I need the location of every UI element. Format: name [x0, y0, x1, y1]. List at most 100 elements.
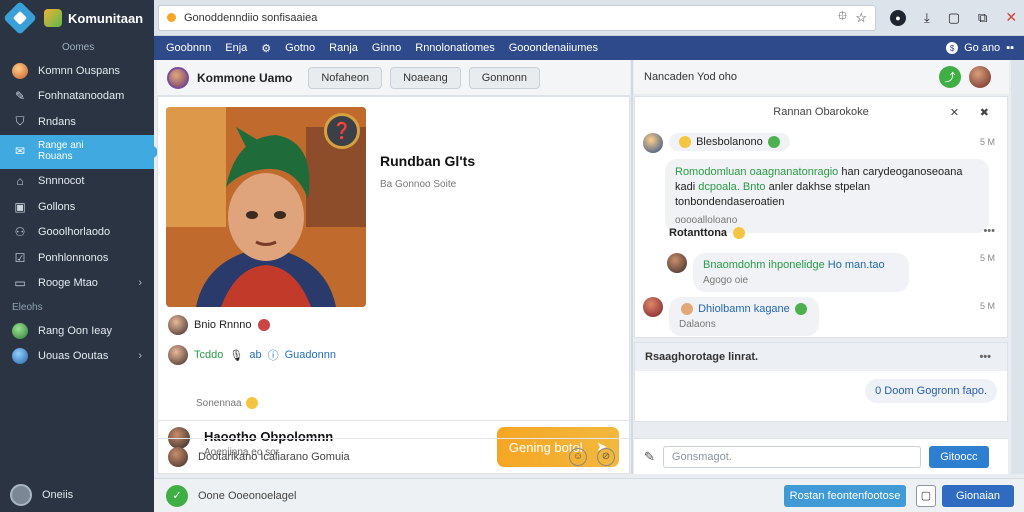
chevron-right-icon: › [138, 277, 142, 290]
pen-icon[interactable]: ✎ [644, 449, 655, 465]
chat-icon: ✉ [14, 144, 26, 159]
nav-item-2[interactable]: Gotno [285, 42, 315, 54]
home-icon: ⌂ [16, 174, 24, 189]
note-block: Rsaaghorotage linrat. ••• 0 Doom Gogronn… [634, 342, 1008, 422]
status-check-icon[interactable]: ✓ [166, 484, 188, 507]
header-button-0[interactable]: Nofaheon [308, 66, 383, 89]
sidebar-item-label: Fonhnatanoodam [38, 90, 125, 103]
chat-message: Bnaomdohm ihponelidge Ho man.tao Agogo o… [667, 253, 909, 292]
close-chat-icon[interactable]: ✖ [980, 106, 989, 119]
compose-row[interactable]: Dootarikano Icaliarano Gomuia ☺ ⊘ [158, 438, 629, 474]
friend-name-green: Tcddo [194, 349, 224, 361]
restore-icon[interactable]: ⧉ [978, 10, 987, 26]
sidebar-footer[interactable]: Oneiis [10, 484, 73, 506]
sender-name: Blesbolanono [696, 136, 763, 148]
nav-item-3[interactable]: Ranja [329, 42, 358, 54]
message-sub: Agogo oie [703, 275, 749, 286]
footer-bar: ✓ Oone Ooeonoelagel Rostan feontenfootos… [154, 478, 1024, 512]
nav-right-text: Go ano [964, 42, 1001, 54]
profile-icon[interactable]: ● [890, 9, 906, 26]
friend-row-2[interactable]: Tcddo 🎙 ab ⓘ Guadonnn [168, 345, 336, 365]
sidebar-item-5[interactable]: ▣ Gollons [0, 194, 154, 220]
extension-icon[interactable]: ⯐ [838, 7, 848, 29]
check-icon: ☑ [14, 250, 26, 265]
character-portrait[interactable]: ❓ [166, 107, 366, 307]
mic-icon: 🎙 [229, 349, 244, 362]
pin-icon[interactable]: ✕ [950, 106, 959, 119]
nav-right[interactable]: $ Go ano ▪▪ [946, 42, 1014, 54]
compose-icons: ☺ ⊘ [569, 447, 615, 466]
nav-gear-icon[interactable]: ⚙ [261, 42, 271, 55]
nav-item-0[interactable]: Goobnnn [166, 42, 211, 54]
note-title-text: Rsaaghorotage linrat. [645, 351, 759, 363]
nav-item-6[interactable]: Gooondenaiiumes [509, 42, 598, 54]
attach-icon[interactable]: ⊘ [597, 447, 615, 466]
emoji-icon [733, 227, 746, 239]
minimize-icon[interactable]: ▢ [948, 10, 960, 26]
message-text-green: Romodomluan oaagnanatonragio [675, 166, 839, 178]
message-avatar[interactable] [643, 297, 663, 317]
contact-avatar[interactable] [969, 66, 991, 88]
game-icon [12, 322, 28, 339]
chat-input[interactable] [662, 445, 921, 468]
sidebar-item-6[interactable]: ⚇ Gooolhorlaodo [0, 220, 154, 246]
help-icon: $ [946, 42, 959, 54]
message-sender: Blesbolanono [669, 133, 790, 152]
sidebar-item-label: Rooge Mtao [38, 277, 98, 290]
message-bubble: Bnaomdohm ihponelidge Ho man.tao Agogo o… [693, 253, 909, 292]
sidebar-item-2[interactable]: ⛉ Rndans [0, 109, 154, 135]
header-button-2[interactable]: Gonnonn [468, 66, 540, 89]
chat-input-row: ✎ Gitoocc [634, 438, 1008, 474]
shield-icon: ⛉ [15, 114, 25, 129]
friend-sub: Sonennaa [196, 397, 258, 409]
level-badge-icon: ❓ [324, 113, 360, 149]
sidebar-item-label: Gooolhorlaodo [38, 226, 111, 239]
emoji-icon[interactable]: ☺ [569, 447, 587, 466]
nav-item-5[interactable]: Rnnolonatiomes [415, 42, 495, 54]
sidebar-item-4[interactable]: ⌂ Snnnocot [0, 169, 154, 195]
header-button-1[interactable]: Noaeang [390, 66, 461, 89]
download-icon[interactable]: ⤓ [924, 10, 930, 26]
more-icon[interactable]: ••• [979, 351, 991, 363]
scrollbar[interactable] [1011, 60, 1024, 474]
brand-sub: Oomes [62, 41, 95, 53]
share-icon: ⚇ [14, 225, 26, 240]
brand[interactable]: Komunitaan [0, 0, 154, 36]
friend-row-1[interactable]: Bnio Rnnno [168, 315, 270, 335]
panel-divider[interactable] [631, 60, 633, 474]
sidebar-bottom-item-0[interactable]: Rang Oon Ieay [0, 318, 154, 344]
star-icon[interactable]: ☆ [855, 10, 867, 26]
message-avatar[interactable] [667, 253, 687, 273]
sidebar-item-3[interactable]: ✉ Range ani Rouans [0, 134, 160, 169]
sidebar-bottom-item-1[interactable]: Uouas Ooutas › [0, 344, 154, 370]
footer-primary-button[interactable]: Rostan feontenfootose [784, 484, 906, 507]
sidebar: Komunitaan Oomes Komnn Ouspans ✎ Fonhnat… [0, 0, 160, 512]
nav-menu-icon: ▪▪ [1006, 42, 1014, 54]
message-time: 5 M [979, 253, 995, 263]
group-label: Rotanttona [669, 227, 747, 239]
address-bar[interactable]: Gonoddenndiio sonfisaaiea ⯐ ☆ [158, 4, 876, 31]
sidebar-item-0[interactable]: Komnn Ouspans [0, 58, 154, 84]
sidebar-item-label: Rang Oon Ieay [38, 324, 112, 337]
nav-item-1[interactable]: Enja [225, 42, 247, 54]
close-icon[interactable]: ✕ [1005, 9, 1017, 26]
footer-square-button[interactable]: ▢ [916, 484, 936, 507]
chat-panel-header: Nancaden Yod oho ⤴ [634, 60, 1009, 94]
message-time: 5 M [979, 137, 995, 147]
top-nav: Goobnnn Enja ⚙ Gotno Ranja Ginno Rnnolon… [154, 36, 1024, 60]
profile-avatar[interactable] [167, 66, 189, 89]
message-avatar[interactable] [643, 133, 663, 153]
send-button[interactable]: Gitoocc [928, 445, 989, 468]
footer-blue-button[interactable]: Gionaian [942, 484, 1014, 507]
sidebar-item-1[interactable]: ✎ Fonhnatanoodam [0, 84, 154, 110]
sidebar-item-7[interactable]: ☑ Ponhlonnonos [0, 245, 154, 271]
world-icon [12, 348, 28, 365]
profile-title: Rundban Gl'ts [380, 153, 476, 169]
user-avatar [10, 484, 32, 506]
sidebar-item-8[interactable]: ▭ Rooge Mtao › [0, 271, 154, 297]
more-icon[interactable]: ••• [983, 225, 995, 237]
chat-message: Dhiolbamn kagane Dalaons [643, 297, 819, 337]
nav-item-4[interactable]: Ginno [372, 42, 401, 54]
call-icon[interactable]: ⤴ [939, 66, 961, 88]
compose-avatar [168, 446, 188, 467]
